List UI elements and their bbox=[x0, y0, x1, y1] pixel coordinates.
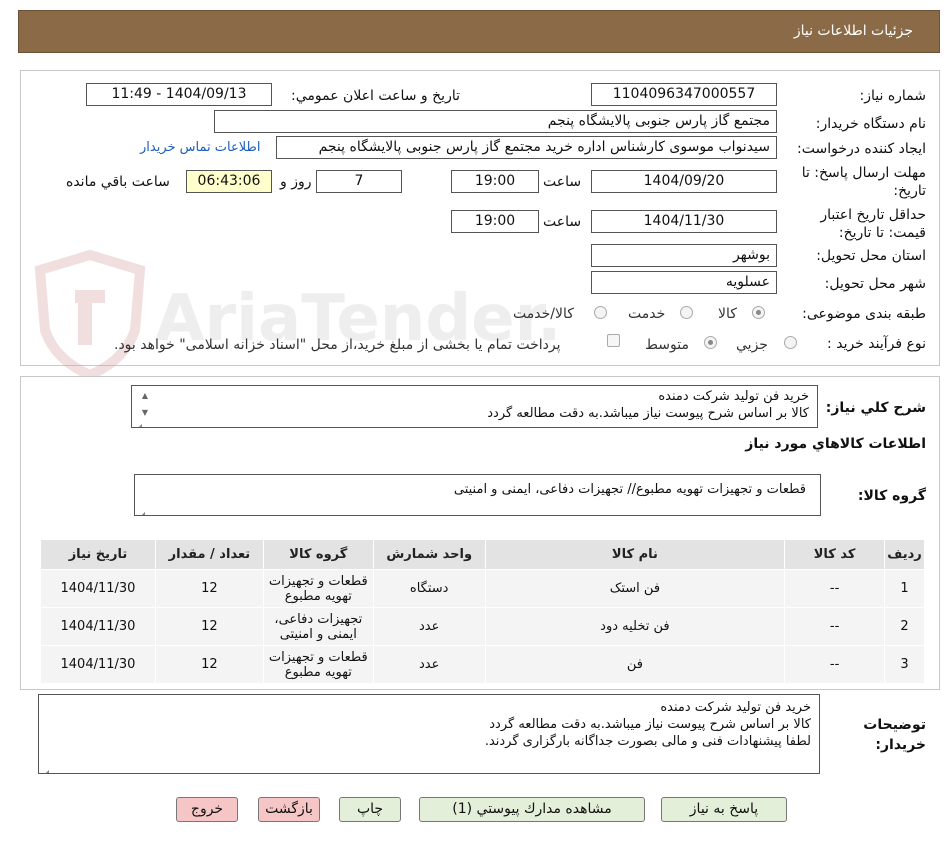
category-service-radio[interactable] bbox=[680, 306, 693, 319]
row-number: 3 bbox=[884, 645, 925, 684]
announce-date-label: تاریخ و ساعت اعلان عمومي: bbox=[291, 88, 460, 104]
table-row: 2 -- فن تخلیه دود عدد تجهیزات دفاعی، ایم… bbox=[40, 607, 925, 646]
validity-label: حداقل تاریخ اعتبار قیمت: تا تاریخ: bbox=[820, 207, 926, 241]
col-quantity: تعداد / مقدار bbox=[154, 539, 264, 570]
need-date: 1404/11/30 bbox=[40, 569, 156, 608]
goods-group-textarea[interactable]: قطعات و تجهیزات تهویه مطبوع// تجهیزات دف… bbox=[134, 474, 821, 516]
col-goods-group: گروه کالا bbox=[262, 539, 374, 570]
col-goods-name: نام کالا bbox=[484, 539, 786, 570]
scroll-arrows-icon[interactable]: ▲ ▼ bbox=[134, 387, 148, 421]
col-unit: واحد شمارش bbox=[372, 539, 486, 570]
buyer-org-label: نام دستگاه خریدار: bbox=[815, 116, 926, 132]
category-goods-radio[interactable] bbox=[752, 306, 765, 319]
reply-date-field: 1404/09/20 bbox=[591, 170, 777, 193]
summary-line-1: خرید فن تولید شرکت دمنده bbox=[658, 389, 809, 404]
need-number-label: شماره نیاز: bbox=[859, 88, 927, 104]
remaining-time-label: ساعت باقي مانده bbox=[66, 174, 170, 190]
buyer-org-field: مجتمع گاز پارس جنوبی پالایشگاه پنجم bbox=[214, 110, 777, 133]
print-button[interactable]: چاپ bbox=[339, 797, 401, 822]
goods-name: فن استک bbox=[484, 569, 786, 608]
summary-line-2: کالا بر اساس شرح پیوست نیاز میباشد.به دق… bbox=[487, 406, 809, 421]
buyer-notes-line-2: کالا بر اساس شرح پیوست نیاز میباشد.به دق… bbox=[489, 717, 811, 732]
col-row-number: ردیف bbox=[884, 539, 925, 570]
resize-handle-icon[interactable]: ◢ bbox=[134, 418, 142, 427]
goods-code: -- bbox=[784, 645, 886, 684]
category-service-label: خدمت bbox=[628, 306, 666, 322]
process-type-label: نوع فرآیند خرید : bbox=[827, 336, 926, 352]
days-label: روز و bbox=[280, 174, 312, 190]
treasury-bonds-note: پرداخت تمام یا بخشی از مبلغ خرید،از محل … bbox=[114, 337, 561, 353]
goods-group: قطعات و تجهیزات تهویه مطبوع bbox=[262, 645, 374, 684]
exit-button[interactable]: خروج bbox=[176, 797, 238, 822]
need-date: 1404/11/30 bbox=[40, 607, 156, 646]
goods-group-label: گروه کالا: bbox=[857, 488, 926, 504]
page-title: جزئیات اطلاعات نیاز bbox=[793, 23, 913, 39]
goods-code: -- bbox=[784, 607, 886, 646]
reply-to-need-button[interactable]: پاسخ به نیاز bbox=[661, 797, 787, 822]
table-row: 1 -- فن استک دستگاه قطعات و تجهیزات تهوی… bbox=[40, 569, 925, 608]
validity-time-field: 19:00 bbox=[451, 210, 539, 233]
goods-name: فن تخلیه دود bbox=[484, 607, 786, 646]
goods-code: -- bbox=[784, 569, 886, 608]
goods-table: ردیف کد کالا نام کالا واحد شمارش گروه کا… bbox=[40, 539, 925, 684]
need-date: 1404/11/30 bbox=[40, 645, 156, 684]
category-goods-label: کالا bbox=[718, 306, 737, 322]
resize-handle-icon[interactable]: ◢ bbox=[41, 764, 49, 773]
reply-deadline-label: مهلت ارسال پاسخ: تا تاریخ: bbox=[801, 165, 926, 199]
goods-section-title: اطلاعات کالاهاي مورد نیاز bbox=[745, 436, 926, 452]
buyer-notes-label: توضیحات خریدار: bbox=[863, 717, 926, 753]
summary-label: شرح کلي نیاز: bbox=[825, 400, 926, 416]
watermark-logo: AriaTender.neT bbox=[34, 249, 560, 381]
need-number-field: 1104096347000557 bbox=[591, 83, 777, 106]
view-attachments-button[interactable]: مشاهده مدارك پيوستي (1) bbox=[419, 797, 645, 822]
process-minor-label: جزیي bbox=[736, 337, 768, 353]
col-need-date: تاریخ نیاز bbox=[40, 539, 156, 570]
back-button[interactable]: بازگشت bbox=[258, 797, 320, 822]
reply-time-label: ساعت bbox=[543, 174, 582, 190]
quantity: 12 bbox=[154, 645, 264, 684]
province-field: بوشهر bbox=[591, 244, 777, 267]
buyer-notes-textarea[interactable]: خرید فن تولید شرکت دمنده کالا بر اساس شر… bbox=[38, 694, 820, 774]
row-number: 2 bbox=[884, 607, 925, 646]
buyer-notes-line-3: لطفا پیشنهادات فنی و مالی بصورت جداگانه … bbox=[484, 734, 811, 749]
page-header: جزئیات اطلاعات نیاز bbox=[18, 10, 940, 53]
unit: دستگاه bbox=[372, 569, 486, 608]
row-number: 1 bbox=[884, 569, 925, 608]
requester-field: سیدنواب موسوی کارشناس اداره خرید مجتمع گ… bbox=[276, 136, 777, 159]
validity-date-field: 1404/11/30 bbox=[591, 210, 777, 233]
quantity: 12 bbox=[154, 569, 264, 608]
process-minor-radio[interactable] bbox=[784, 336, 797, 349]
unit: عدد bbox=[372, 607, 486, 646]
city-label: شهر محل تحویل: bbox=[824, 276, 926, 292]
buyer-contact-link[interactable]: اطلاعات تماس خریدار bbox=[140, 140, 260, 155]
category-both-label: کالا/خدمت bbox=[513, 306, 574, 322]
category-both-radio[interactable] bbox=[594, 306, 607, 319]
days-field: 7 bbox=[316, 170, 402, 193]
category-label: طبقه بندی موضوعی: bbox=[802, 306, 926, 322]
goods-group-value: قطعات و تجهیزات تهویه مطبوع// تجهیزات دف… bbox=[453, 482, 806, 497]
unit: عدد bbox=[372, 645, 486, 684]
announce-date-field: 1404/09/13 - 11:49 bbox=[86, 83, 272, 106]
goods-name: فن bbox=[484, 645, 786, 684]
reply-time-field: 19:00 bbox=[451, 170, 539, 193]
summary-textarea[interactable]: خرید فن تولید شرکت دمنده کالا بر اساس شر… bbox=[131, 385, 818, 428]
process-medium-radio[interactable] bbox=[704, 336, 717, 349]
city-field: عسلویه bbox=[591, 271, 777, 294]
resize-handle-icon[interactable]: ◢ bbox=[137, 506, 145, 515]
goods-group: قطعات و تجهیزات تهویه مطبوع bbox=[262, 569, 374, 608]
goods-group: تجهیزات دفاعی، ایمنی و امنیتی bbox=[262, 607, 374, 646]
col-goods-code: کد کالا bbox=[784, 539, 886, 570]
province-label: استان محل تحویل: bbox=[816, 248, 926, 264]
treasury-bonds-checkbox[interactable] bbox=[607, 334, 620, 347]
process-medium-label: متوسط bbox=[645, 337, 689, 353]
table-row: 3 -- فن عدد قطعات و تجهیزات تهویه مطبوع … bbox=[40, 645, 925, 684]
validity-time-label: ساعت bbox=[543, 214, 582, 230]
table-header-row: ردیف کد کالا نام کالا واحد شمارش گروه کا… bbox=[40, 539, 925, 570]
buyer-notes-line-1: خرید فن تولید شرکت دمنده bbox=[660, 700, 811, 715]
quantity: 12 bbox=[154, 607, 264, 646]
requester-label: ایجاد کننده درخواست: bbox=[797, 141, 926, 157]
remaining-time-field: 06:43:06 bbox=[186, 170, 272, 193]
